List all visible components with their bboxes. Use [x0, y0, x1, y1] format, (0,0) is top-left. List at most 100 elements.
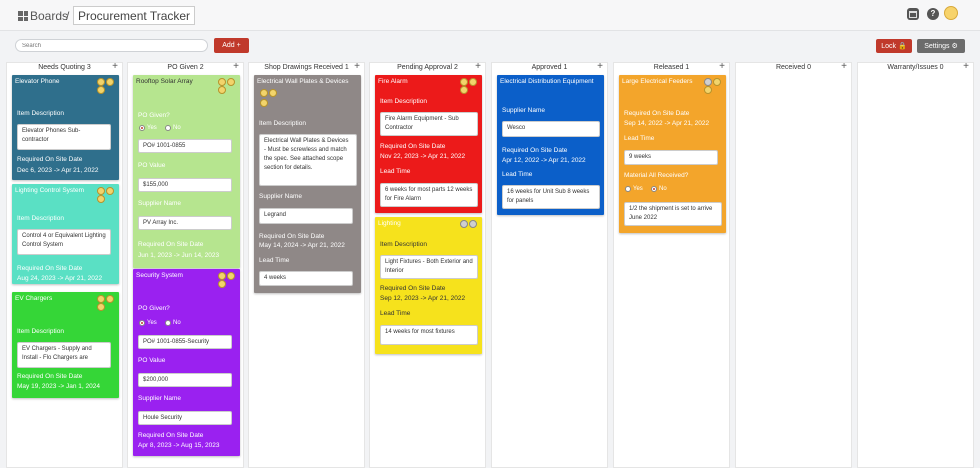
po-given-no-radio[interactable] — [165, 125, 171, 131]
card-badges — [703, 78, 723, 94]
add-button[interactable]: Add + — [214, 38, 249, 53]
lead-time-field[interactable]: 16 weeks for Unit Sub 8 weeks for panels — [502, 185, 600, 209]
column-header: Warranty/Issues 0 — [887, 64, 944, 71]
material-note-field[interactable]: 1/2 the shipment is set to arrive June 2… — [624, 202, 722, 226]
user-icon — [97, 78, 105, 86]
card-electrical-feeders[interactable]: Large Electrical Feeders Required On Sit… — [619, 75, 726, 233]
po-number-field[interactable]: PO# 1001-0855 — [138, 139, 232, 153]
column-received: Received 0 + — [735, 61, 852, 468]
date-range: Nov 22, 2023 -> Apr 21, 2022 — [380, 153, 466, 160]
po-given-no-radio[interactable] — [165, 320, 171, 326]
card-elevator-phone[interactable]: Elevator Phone Item Description Elevator… — [12, 75, 119, 180]
add-card-icon[interactable]: + — [475, 61, 481, 72]
add-card-icon[interactable]: + — [354, 61, 360, 72]
card-title: Elevator Phone — [15, 78, 60, 85]
add-card-icon[interactable]: + — [233, 61, 239, 72]
card-security-system[interactable]: Security System PO Given? Yes No PO# 100… — [133, 269, 240, 456]
user-icon — [260, 99, 268, 107]
card-lighting[interactable]: Lighting Item Description Light Fixtures… — [375, 217, 482, 354]
user-icon — [106, 295, 114, 303]
po-given-yes-radio[interactable] — [139, 125, 145, 131]
po-value-field[interactable]: $200,000 — [138, 373, 232, 387]
po-number-field[interactable]: PO# 1001-0855-Security — [138, 335, 232, 349]
card-wall-plates[interactable]: Electrical Wall Plates & Devices Item De… — [254, 75, 361, 293]
description-field[interactable]: Control 4 or Equivalent Lighting Control… — [17, 229, 111, 255]
card-title: EV Chargers — [15, 295, 53, 302]
description-field[interactable]: Fire Alarm Equipment - Sub Contractor — [380, 112, 478, 136]
card-title: Rooftop Solar Array — [136, 78, 193, 85]
po-given-yes-radio[interactable] — [139, 320, 145, 326]
field-label: Required On Site Date — [17, 265, 83, 272]
avatar[interactable] — [944, 6, 958, 20]
search-input[interactable] — [15, 39, 208, 52]
description-field[interactable]: EV Chargers - Supply and Install - Flo C… — [17, 342, 111, 368]
field-label: Required On Site Date — [138, 432, 204, 439]
radio-label: No — [659, 186, 667, 192]
add-card-icon[interactable]: + — [719, 61, 725, 72]
add-card-icon[interactable]: + — [597, 61, 603, 72]
card-badges — [96, 295, 116, 311]
board-title[interactable]: Procurement Tracker — [73, 6, 196, 25]
lead-time-field[interactable]: 6 weeks for most parts 12 weeks for Fire… — [380, 183, 478, 207]
material-no-radio[interactable] — [651, 186, 657, 192]
supplier-field[interactable]: Wesco — [502, 121, 600, 137]
user-icon — [218, 78, 226, 86]
help-icon[interactable]: ? — [927, 8, 939, 20]
add-card-icon[interactable]: + — [112, 61, 118, 72]
add-card-icon[interactable]: + — [963, 61, 969, 72]
column-shop-drawings: Shop Drawings Received 1 + Electrical Wa… — [248, 61, 365, 468]
material-yes-radio[interactable] — [625, 186, 631, 192]
supplier-field[interactable]: Houle Security — [138, 411, 232, 425]
card-lighting-control[interactable]: Lighting Control System Item Description… — [12, 184, 119, 284]
user-icon — [260, 89, 268, 97]
description-field[interactable]: Electrical Wall Plates & Devices - Must … — [259, 134, 357, 186]
boards-grid-icon[interactable] — [18, 11, 28, 21]
card-fire-alarm[interactable]: Fire Alarm Item Description Fire Alarm E… — [375, 75, 482, 213]
field-label: Required On Site Date — [138, 241, 204, 248]
field-label: PO Value — [138, 162, 166, 169]
card-badges — [217, 272, 237, 288]
user-icon — [704, 78, 712, 86]
card-rooftop-solar[interactable]: Rooftop Solar Array PO Given? Yes No PO#… — [133, 75, 240, 268]
field-label: Supplier Name — [138, 200, 181, 207]
lead-time-field[interactable]: 14 weeks for most fixtures — [380, 325, 478, 345]
lock-button[interactable]: Lock 🔒 — [876, 39, 912, 53]
date-range: Sep 14, 2022 -> Apr 21, 2022 — [624, 120, 710, 127]
settings-button[interactable]: Settings ⚙ — [917, 39, 965, 53]
user-icon — [227, 78, 235, 86]
user-icon — [97, 195, 105, 203]
description-field[interactable]: Light Fixtures - Both Exterior and Inter… — [380, 255, 478, 279]
po-value-field[interactable]: $155,000 — [138, 178, 232, 192]
date-range: Sep 12, 2023 -> Apr 21, 2022 — [380, 295, 466, 302]
description-field[interactable]: Elevator Phones Sub-contractor — [17, 124, 111, 150]
field-label: Required On Site Date — [17, 156, 83, 163]
mail-icon[interactable] — [907, 8, 919, 20]
user-icon — [460, 78, 468, 86]
breadcrumb-separator: / — [66, 9, 70, 23]
field-label: Item Description — [380, 241, 427, 248]
column-released: Released 1 + Large Electrical Feeders Re… — [613, 61, 730, 468]
card-badges — [217, 78, 237, 94]
column-header: PO Given 2 — [167, 64, 204, 71]
card-ev-chargers[interactable]: EV Chargers Item Description EV Chargers… — [12, 292, 119, 398]
date-range: Dec 6, 2023 -> Apr 21, 2022 — [17, 167, 99, 174]
column-approved: Approved 1 + Electrical Distribution Equ… — [491, 61, 608, 468]
top-bar: Boards / Procurement Tracker ? — [0, 0, 980, 31]
lead-time-field[interactable]: 4 weeks — [259, 271, 353, 286]
lead-time-field[interactable]: 9 weeks — [624, 150, 718, 165]
card-badges — [459, 220, 479, 228]
card-title: Lighting — [378, 220, 401, 227]
user-icon — [469, 220, 477, 228]
breadcrumb-boards[interactable]: Boards — [30, 9, 68, 23]
supplier-field[interactable]: Legrand — [259, 208, 353, 224]
column-header: Needs Quoting 3 — [38, 64, 91, 71]
supplier-field[interactable]: PV Array Inc. — [138, 216, 232, 230]
card-title: Electrical Wall Plates & Devices — [257, 78, 349, 85]
radio-label: Yes — [147, 125, 157, 131]
radio-label: Yes — [147, 320, 157, 326]
field-label: Lead Time — [502, 171, 533, 178]
add-card-icon[interactable]: + — [841, 61, 847, 72]
column-header: Pending Approval 2 — [397, 64, 458, 71]
card-distribution-equipment[interactable]: Electrical Distribution Equipment Suppli… — [497, 75, 604, 215]
card-title: Lighting Control System — [15, 187, 85, 194]
